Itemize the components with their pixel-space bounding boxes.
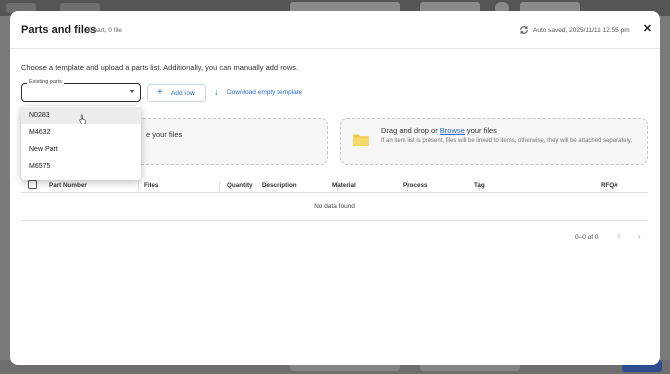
column-header[interactable]: Quantity (227, 182, 253, 189)
hand-cursor-icon (79, 114, 86, 124)
column-header[interactable]: Files (144, 182, 158, 189)
next-page-button[interactable]: › (634, 231, 644, 243)
close-icon: ✕ (642, 23, 653, 35)
existing-parts-label: Existing parts (27, 79, 65, 85)
dropzone-prefix: Drag and drop or (381, 126, 440, 135)
add-row-button[interactable]: + Add row (147, 84, 206, 102)
browse-link[interactable]: Browse (440, 126, 465, 135)
files-dropzone-hint: If an item list is present, files will b… (381, 138, 633, 144)
column-header[interactable]: Material (332, 182, 356, 189)
autosave-status: Auto saved, 2025/11/11 12:55 pm (533, 27, 630, 34)
column-header[interactable]: Tag (474, 182, 485, 189)
parts-dropzone-text: e your files (146, 130, 183, 139)
parts-and-files-dialog: Parts and files 0 part, 0 file Auto save… (10, 11, 660, 365)
download-icon: ↓ (214, 87, 219, 97)
column-divider (138, 181, 139, 191)
files-dropzone-title: Drag and drop or Browse your files (381, 126, 497, 135)
column-header[interactable]: Part Number (49, 182, 87, 189)
pagination-range: 0–0 of 0 (575, 234, 599, 241)
dropdown-option-new-part[interactable]: New Part (21, 141, 141, 158)
previous-page-button[interactable]: ‹ (614, 231, 624, 243)
add-row-label: Add row (171, 90, 195, 97)
dialog-header: Parts and files 0 part, 0 file Auto save… (10, 11, 660, 49)
download-template-label: Download empty template (227, 89, 303, 96)
instructions-text: Choose a template and upload a parts lis… (21, 63, 299, 72)
existing-parts-select[interactable]: Existing parts (21, 79, 141, 102)
plus-icon: + (157, 87, 163, 98)
empty-table-message: No data found (21, 193, 648, 221)
close-button[interactable]: ✕ (642, 24, 653, 35)
dropdown-option-m4632[interactable]: M4632 (21, 124, 141, 141)
files-dropzone[interactable]: Drag and drop or Browse your files If an… (340, 118, 648, 165)
dialog-subtitle: 0 part, 0 file (88, 27, 122, 34)
dropzone-suffix: your files (464, 126, 497, 135)
column-header[interactable]: Process (403, 182, 428, 189)
parts-table-header: Part Number Files Quantity Description M… (21, 178, 648, 193)
folder-icon (353, 134, 369, 146)
column-header[interactable]: RFQ# (601, 182, 618, 189)
dialog-title: Parts and files (21, 24, 97, 36)
dropdown-option-m6575[interactable]: M6575 (21, 158, 141, 175)
sync-icon (520, 26, 528, 34)
select-all-checkbox[interactable] (28, 180, 37, 189)
caret-down-icon (130, 90, 134, 93)
column-header[interactable]: Description (262, 182, 297, 189)
column-divider (219, 181, 220, 191)
